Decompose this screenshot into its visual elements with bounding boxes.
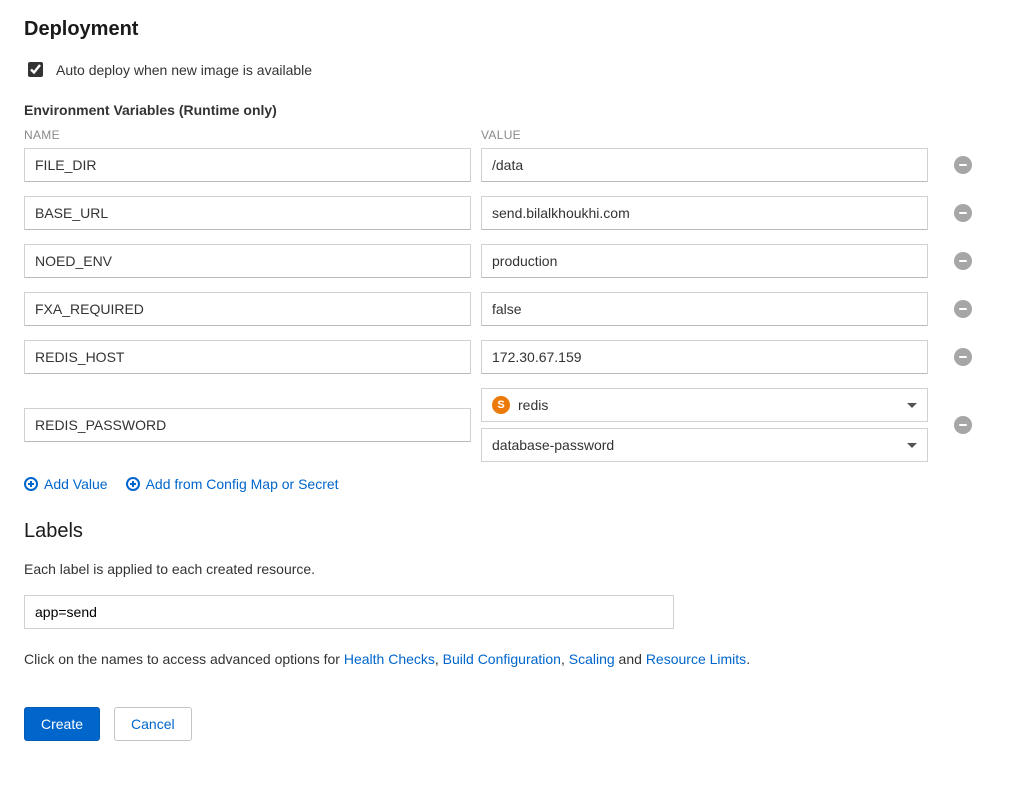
env-row — [24, 244, 986, 278]
secret-source-label: redis — [518, 397, 548, 413]
labels-description: Each label is applied to each created re… — [24, 561, 986, 577]
advanced-prefix: Click on the names to access advanced op… — [24, 651, 344, 667]
advanced-and: and — [615, 651, 646, 667]
env-name-input[interactable] — [24, 244, 471, 278]
minus-circle-icon — [954, 416, 972, 434]
deployment-title: Deployment — [24, 18, 986, 41]
secret-key-label: database-password — [492, 437, 614, 453]
minus-circle-icon — [954, 156, 972, 174]
remove-env-button[interactable] — [953, 155, 973, 175]
chevron-down-icon — [907, 403, 917, 408]
auto-deploy-label: Auto deploy when new image is available — [56, 62, 312, 78]
env-value-input[interactable] — [481, 340, 928, 374]
add-from-config-link[interactable]: Add from Config Map or Secret — [126, 476, 339, 492]
remove-env-button[interactable] — [953, 347, 973, 367]
env-value-input[interactable] — [481, 244, 928, 278]
env-row-secret: S redis database-password — [24, 388, 986, 462]
remove-env-button[interactable] — [953, 299, 973, 319]
minus-circle-icon — [954, 252, 972, 270]
env-row — [24, 148, 986, 182]
cancel-button[interactable]: Cancel — [114, 707, 192, 741]
advanced-options-text: Click on the names to access advanced op… — [24, 651, 986, 667]
plus-circle-icon — [126, 477, 140, 491]
env-row — [24, 196, 986, 230]
minus-circle-icon — [954, 348, 972, 366]
env-value-input[interactable] — [481, 148, 928, 182]
env-row — [24, 340, 986, 374]
env-vars-header: Environment Variables (Runtime only) — [24, 102, 986, 118]
env-name-input[interactable] — [24, 196, 471, 230]
remove-env-button[interactable] — [953, 415, 973, 435]
env-name-input[interactable] — [24, 408, 471, 442]
labels-title: Labels — [24, 520, 986, 543]
remove-env-button[interactable] — [953, 203, 973, 223]
remove-env-button[interactable] — [953, 251, 973, 271]
add-value-label: Add Value — [44, 476, 108, 492]
label-input[interactable] — [24, 595, 674, 629]
secret-badge-icon: S — [492, 396, 510, 414]
minus-circle-icon — [954, 300, 972, 318]
scaling-link[interactable]: Scaling — [569, 651, 615, 667]
env-value-input[interactable] — [481, 292, 928, 326]
env-row — [24, 292, 986, 326]
chevron-down-icon — [907, 443, 917, 448]
env-name-input[interactable] — [24, 148, 471, 182]
auto-deploy-checkbox[interactable] — [28, 62, 43, 77]
plus-circle-icon — [24, 477, 38, 491]
add-value-link[interactable]: Add Value — [24, 476, 108, 492]
health-checks-link[interactable]: Health Checks — [344, 651, 435, 667]
env-name-input[interactable] — [24, 292, 471, 326]
env-vars-table: NAME VALUE S redis — [24, 128, 986, 462]
build-config-link[interactable]: Build Configuration — [443, 651, 561, 667]
create-button[interactable]: Create — [24, 707, 100, 741]
secret-key-dropdown[interactable]: database-password — [481, 428, 928, 462]
resource-limits-link[interactable]: Resource Limits — [646, 651, 746, 667]
secret-source-dropdown[interactable]: S redis — [481, 388, 928, 422]
auto-deploy-row: Auto deploy when new image is available — [24, 59, 986, 80]
add-from-config-label: Add from Config Map or Secret — [146, 476, 339, 492]
env-value-input[interactable] — [481, 196, 928, 230]
env-name-input[interactable] — [24, 340, 471, 374]
env-col-value: VALUE — [481, 128, 928, 142]
env-col-name: NAME — [24, 128, 471, 142]
minus-circle-icon — [954, 204, 972, 222]
